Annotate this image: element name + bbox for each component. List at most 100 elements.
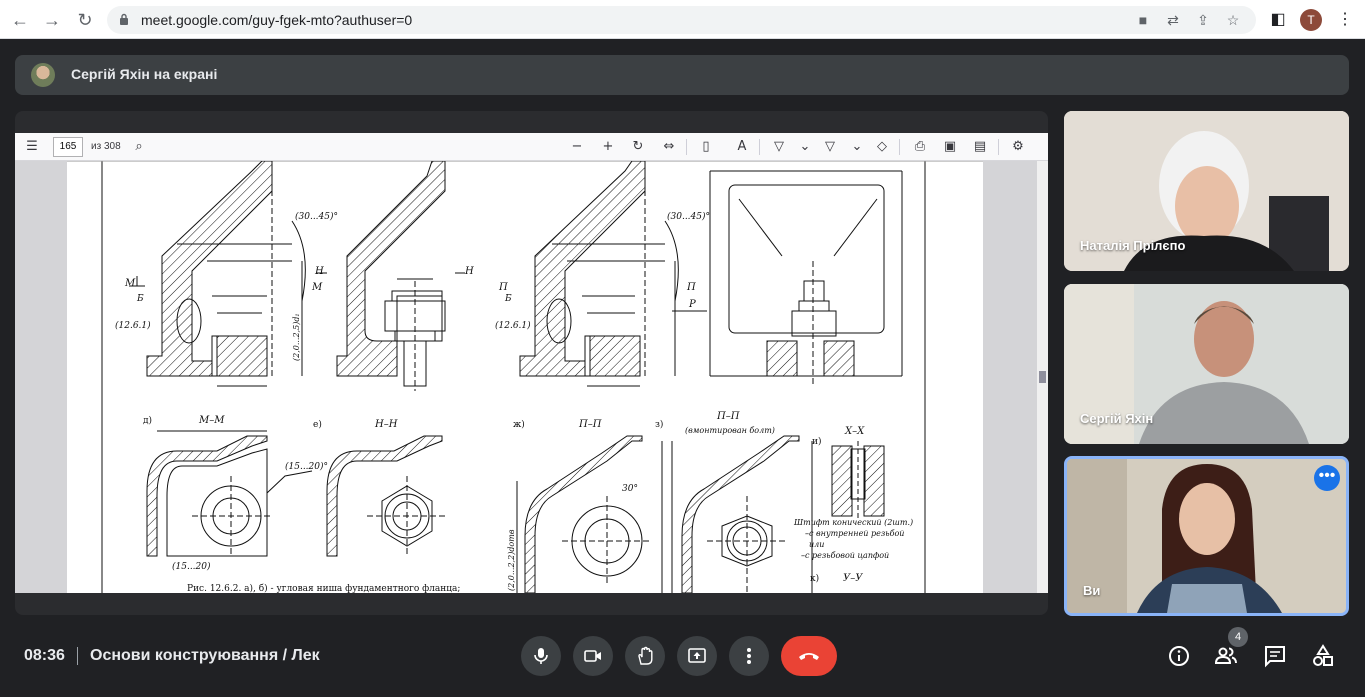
angle-label: 30° xyxy=(622,484,638,494)
section-mark: М xyxy=(311,282,323,293)
dimension-label: (2,0...2,2)dотв xyxy=(507,529,516,591)
toolbar-separator xyxy=(686,139,687,155)
bottom-divider xyxy=(77,647,78,665)
chat-icon[interactable] xyxy=(1263,644,1287,668)
highlight-icon[interactable]: ▽ xyxy=(821,138,839,156)
forward-arrow-icon[interactable]: → xyxy=(40,8,64,32)
page-view-icon[interactable]: ▯ xyxy=(697,138,715,156)
translate-icon[interactable]: ⇄ xyxy=(1164,11,1182,29)
camera-button[interactable] xyxy=(573,636,613,676)
section-mark: Н xyxy=(314,266,324,277)
section-title: Х–Х xyxy=(844,426,865,437)
figure-label: з) xyxy=(655,419,663,430)
eraser-icon[interactable]: ◇ xyxy=(873,138,891,156)
figure-label: ж) xyxy=(513,419,525,430)
presenting-text: Сергій Яхін на екрані xyxy=(71,66,218,82)
raise-hand-button[interactable] xyxy=(625,636,665,676)
page-total: из 308 xyxy=(91,141,121,152)
fit-width-icon[interactable]: ⇔ xyxy=(660,138,678,156)
meeting-clock: 08:36 xyxy=(24,647,65,664)
pdf-scrollbar-thumb[interactable] xyxy=(1039,371,1046,383)
figure-label: и) xyxy=(812,436,822,447)
hang-up-icon xyxy=(799,653,819,660)
zoom-out-icon[interactable]: − xyxy=(568,138,586,156)
lock-icon xyxy=(120,13,128,25)
pdf-page: (30...45)° (30...45)° (15...20)° 30° (15… xyxy=(67,160,983,594)
angle-label: (15...20)° xyxy=(285,461,328,472)
chevron-down-icon[interactable]: ⌄ xyxy=(796,138,814,156)
shared-screen: ☰ 165 из 308 ⌕ − + ↻ ⇔ ▯ A ▽ ⌄ ▽ ⌄ ◇ ⎙ ▣… xyxy=(15,111,1048,615)
save-as-icon[interactable]: ▤ xyxy=(971,138,989,156)
camera-icon[interactable]: ■ xyxy=(1134,11,1152,29)
section-title: Н–Н xyxy=(374,419,398,430)
back-arrow-icon[interactable]: ← xyxy=(8,8,32,32)
settings-gear-icon[interactable]: ⚙ xyxy=(1009,138,1027,156)
page-number-input[interactable]: 165 xyxy=(53,137,83,157)
ref-label: (12.6.1) xyxy=(115,320,151,331)
address-bar[interactable]: meet.google.com/guy-fgek-mto?authuser=0 … xyxy=(107,6,1256,34)
presenter-avatar xyxy=(31,63,55,87)
side-panel-icon[interactable]: ◧ xyxy=(1266,8,1290,32)
sidebar-toggle-icon[interactable]: ☰ xyxy=(23,138,41,156)
toolbar-separator xyxy=(759,139,760,155)
participant-name: Ви xyxy=(1083,583,1101,598)
section-title: П–П xyxy=(716,411,740,422)
participant-video xyxy=(1067,459,1346,613)
zoom-in-icon[interactable]: + xyxy=(599,138,617,156)
camera-icon xyxy=(584,650,601,662)
pin-note: Штифт конический (2шт.) xyxy=(793,518,913,527)
dimension-label: (15...20) xyxy=(172,561,211,572)
reload-icon[interactable]: ↻ xyxy=(73,8,97,32)
info-icon[interactable] xyxy=(1167,644,1191,668)
angle-label: (30...45)° xyxy=(295,211,338,222)
section-mark: М xyxy=(124,278,136,289)
pdf-toolbar: ☰ 165 из 308 ⌕ − + ↻ ⇔ ▯ A ▽ ⌄ ▽ ⌄ ◇ ⎙ ▣… xyxy=(15,133,1048,161)
section-mark: П xyxy=(498,282,508,293)
ref-label: (12.6.1) xyxy=(495,320,531,331)
print-icon[interactable]: ⎙ xyxy=(911,138,929,156)
presenting-banner: Сергій Яхін на екрані xyxy=(15,55,1349,95)
save-icon[interactable]: ▣ xyxy=(941,138,959,156)
section-title: У–У xyxy=(843,573,863,584)
self-tile[interactable]: ••• Ви xyxy=(1064,456,1349,616)
profile-avatar[interactable]: T xyxy=(1300,9,1322,31)
section-mark: П xyxy=(686,282,696,293)
microphone-icon xyxy=(534,648,548,664)
more-options-button[interactable] xyxy=(729,636,769,676)
activities-icon[interactable] xyxy=(1311,644,1335,668)
toolbar-separator xyxy=(998,139,999,155)
more-options-button[interactable]: ••• xyxy=(1314,465,1340,491)
toolbar-separator xyxy=(899,139,900,155)
participant-name: Наталія Прілєпо xyxy=(1080,238,1186,253)
pin-note: –с внутренней резьбой xyxy=(805,529,904,538)
pin-note: –с резьбовой цапфой xyxy=(801,551,889,560)
microphone-button[interactable] xyxy=(521,636,561,676)
ref-label: Б xyxy=(504,294,512,304)
angle-label: (30...45)° xyxy=(667,211,710,222)
menu-kebab-icon[interactable]: ⋮ xyxy=(1333,8,1357,32)
read-aloud-icon[interactable]: A xyxy=(733,138,751,156)
participants-count-badge: 4 xyxy=(1228,627,1248,647)
section-title: П–П xyxy=(578,419,602,430)
section-mark: Н xyxy=(464,266,474,277)
draw-icon[interactable]: ▽ xyxy=(770,138,788,156)
participant-tile[interactable]: Наталія Прілєпо xyxy=(1064,111,1349,271)
url-text: meet.google.com/guy-fgek-mto?authuser=0 xyxy=(141,12,413,28)
section-title: М–М xyxy=(198,415,225,426)
search-icon[interactable]: ⌕ xyxy=(130,138,148,156)
people-icon[interactable] xyxy=(1214,644,1238,668)
share-icon[interactable]: ⇪ xyxy=(1194,11,1212,29)
leave-call-button[interactable] xyxy=(781,636,837,676)
participant-name: Сергій Яхін xyxy=(1080,411,1154,426)
present-screen-button[interactable] xyxy=(677,636,717,676)
section-mark: Р xyxy=(688,299,696,310)
dimension-label: (2,0...2,5)d₁ xyxy=(292,313,301,361)
figure-label: д) xyxy=(143,415,152,426)
participant-tile[interactable]: Сергій Яхін xyxy=(1064,284,1349,444)
bookmark-star-icon[interactable]: ☆ xyxy=(1224,11,1242,29)
chevron-down-icon[interactable]: ⌄ xyxy=(848,138,866,156)
browser-chrome: ← → ↻ meet.google.com/guy-fgek-mto?authu… xyxy=(0,0,1365,39)
ref-label: Б xyxy=(136,294,144,304)
rotate-icon[interactable]: ↻ xyxy=(629,138,647,156)
more-vert-icon xyxy=(747,648,751,664)
